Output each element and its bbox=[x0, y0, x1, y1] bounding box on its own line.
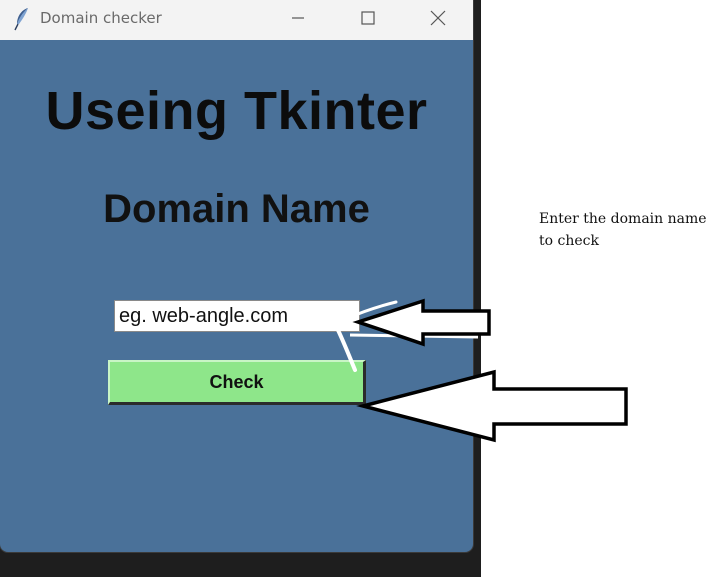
title-bar[interactable]: Domain checker bbox=[0, 0, 473, 40]
minimize-button[interactable] bbox=[275, 0, 321, 40]
window-title: Domain checker bbox=[40, 9, 162, 27]
domain-name-label: Domain Name bbox=[103, 187, 370, 231]
app-window: Domain checker Useing Tkinter Domain Nam… bbox=[0, 0, 473, 552]
main-heading: Useing Tkinter bbox=[45, 81, 428, 141]
domain-input[interactable] bbox=[114, 300, 360, 332]
screenshot-canvas: Domain checker Useing Tkinter Domain Nam… bbox=[0, 0, 718, 577]
feather-icon bbox=[13, 7, 31, 31]
maximize-button[interactable] bbox=[345, 0, 391, 40]
minimize-icon bbox=[291, 11, 305, 30]
check-button[interactable]: Check bbox=[108, 360, 366, 405]
close-icon bbox=[430, 10, 446, 31]
close-button[interactable] bbox=[415, 0, 461, 40]
maximize-icon bbox=[361, 10, 375, 30]
annotation-note: Enter the domain name to check bbox=[539, 211, 707, 249]
